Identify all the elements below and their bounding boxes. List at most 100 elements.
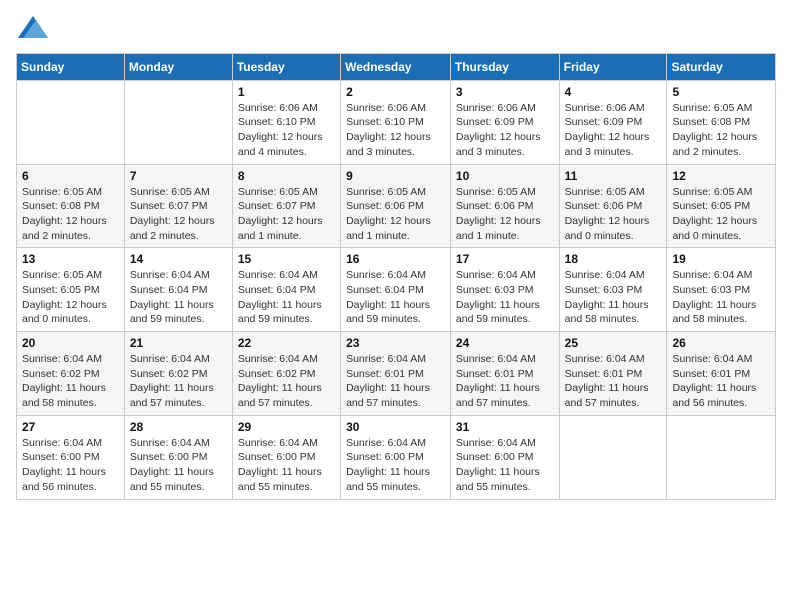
day-number: 3 bbox=[456, 85, 554, 99]
calendar-cell: 12 Sunrise: 6:05 AMSunset: 6:05 PMDayligh… bbox=[667, 164, 776, 248]
calendar-cell: 4 Sunrise: 6:06 AMSunset: 6:09 PMDaylight… bbox=[559, 80, 667, 164]
calendar-cell bbox=[17, 80, 125, 164]
day-number: 14 bbox=[130, 252, 227, 266]
calendar-cell: 5 Sunrise: 6:05 AMSunset: 6:08 PMDaylight… bbox=[667, 80, 776, 164]
day-number: 13 bbox=[22, 252, 119, 266]
day-detail: Sunrise: 6:05 AMSunset: 6:05 PMDaylight:… bbox=[22, 268, 119, 327]
calendar-cell bbox=[559, 415, 667, 499]
day-detail: Sunrise: 6:06 AMSunset: 6:10 PMDaylight:… bbox=[238, 101, 335, 160]
day-detail: Sunrise: 6:04 AMSunset: 6:00 PMDaylight:… bbox=[456, 436, 554, 495]
day-detail: Sunrise: 6:04 AMSunset: 6:01 PMDaylight:… bbox=[565, 352, 662, 411]
day-number: 9 bbox=[346, 169, 445, 183]
weekday-header-cell: Monday bbox=[124, 53, 232, 80]
calendar-week-row: 1 Sunrise: 6:06 AMSunset: 6:10 PMDaylight… bbox=[17, 80, 776, 164]
day-number: 17 bbox=[456, 252, 554, 266]
calendar-cell: 28 Sunrise: 6:04 AMSunset: 6:00 PMDayligh… bbox=[124, 415, 232, 499]
calendar-cell: 27 Sunrise: 6:04 AMSunset: 6:00 PMDayligh… bbox=[17, 415, 125, 499]
calendar-cell: 10Sunrise: 6:05 AMSunset: 6:06 PMDayligh… bbox=[450, 164, 559, 248]
day-detail: Sunrise: 6:05 AMSunset: 6:08 PMDaylight:… bbox=[672, 101, 770, 160]
calendar-cell: 24Sunrise: 6:04 AMSunset: 6:01 PMDayligh… bbox=[450, 332, 559, 416]
calendar-cell: 23 Sunrise: 6:04 AMSunset: 6:01 PMDayligh… bbox=[341, 332, 451, 416]
day-detail: Sunrise: 6:05 AMSunset: 6:07 PMDaylight:… bbox=[130, 185, 227, 244]
day-detail: Sunrise: 6:05 AMSunset: 6:05 PMDaylight:… bbox=[672, 185, 770, 244]
day-number: 12 bbox=[672, 169, 770, 183]
day-detail: Sunrise: 6:04 AMSunset: 6:04 PMDaylight:… bbox=[130, 268, 227, 327]
calendar-cell: 22Sunrise: 6:04 AMSunset: 6:02 PMDayligh… bbox=[232, 332, 340, 416]
calendar-cell: 18 Sunrise: 6:04 AMSunset: 6:03 PMDayligh… bbox=[559, 248, 667, 332]
day-detail: Sunrise: 6:06 AMSunset: 6:09 PMDaylight:… bbox=[565, 101, 662, 160]
weekday-header-cell: Saturday bbox=[667, 53, 776, 80]
day-detail: Sunrise: 6:04 AMSunset: 6:01 PMDaylight:… bbox=[672, 352, 770, 411]
calendar-cell: 21Sunrise: 6:04 AMSunset: 6:02 PMDayligh… bbox=[124, 332, 232, 416]
day-number: 20 bbox=[22, 336, 119, 350]
day-detail: Sunrise: 6:05 AMSunset: 6:06 PMDaylight:… bbox=[565, 185, 662, 244]
day-number: 10 bbox=[456, 169, 554, 183]
day-detail: Sunrise: 6:04 AMSunset: 6:02 PMDaylight:… bbox=[130, 352, 227, 411]
calendar-cell: 11 Sunrise: 6:05 AMSunset: 6:06 PMDayligh… bbox=[559, 164, 667, 248]
calendar-cell bbox=[124, 80, 232, 164]
logo bbox=[16, 16, 48, 43]
calendar-body: 1 Sunrise: 6:06 AMSunset: 6:10 PMDaylight… bbox=[17, 80, 776, 499]
calendar-week-row: 20 Sunrise: 6:04 AMSunset: 6:02 PMDayligh… bbox=[17, 332, 776, 416]
day-detail: Sunrise: 6:04 AMSunset: 6:03 PMDaylight:… bbox=[456, 268, 554, 327]
calendar-cell: 1 Sunrise: 6:06 AMSunset: 6:10 PMDaylight… bbox=[232, 80, 340, 164]
day-detail: Sunrise: 6:04 AMSunset: 6:02 PMDaylight:… bbox=[238, 352, 335, 411]
weekday-header-cell: Friday bbox=[559, 53, 667, 80]
day-detail: Sunrise: 6:04 AMSunset: 6:01 PMDaylight:… bbox=[346, 352, 445, 411]
calendar-cell: 25 Sunrise: 6:04 AMSunset: 6:01 PMDayligh… bbox=[559, 332, 667, 416]
day-detail: Sunrise: 6:04 AMSunset: 6:00 PMDaylight:… bbox=[130, 436, 227, 495]
day-detail: Sunrise: 6:05 AMSunset: 6:07 PMDaylight:… bbox=[238, 185, 335, 244]
calendar-week-row: 6Sunrise: 6:05 AMSunset: 6:08 PMDaylight… bbox=[17, 164, 776, 248]
calendar-cell: 6Sunrise: 6:05 AMSunset: 6:08 PMDaylight… bbox=[17, 164, 125, 248]
calendar-cell: 14 Sunrise: 6:04 AMSunset: 6:04 PMDayligh… bbox=[124, 248, 232, 332]
calendar-cell: 3 Sunrise: 6:06 AMSunset: 6:09 PMDaylight… bbox=[450, 80, 559, 164]
day-number: 27 bbox=[22, 420, 119, 434]
day-number: 31 bbox=[456, 420, 554, 434]
weekday-header-cell: Sunday bbox=[17, 53, 125, 80]
day-detail: Sunrise: 6:04 AMSunset: 6:00 PMDaylight:… bbox=[238, 436, 335, 495]
calendar-cell bbox=[667, 415, 776, 499]
day-number: 15 bbox=[238, 252, 335, 266]
day-number: 16 bbox=[346, 252, 445, 266]
calendar-cell: 9 Sunrise: 6:05 AMSunset: 6:06 PMDaylight… bbox=[341, 164, 451, 248]
day-number: 25 bbox=[565, 336, 662, 350]
day-number: 6 bbox=[22, 169, 119, 183]
day-number: 23 bbox=[346, 336, 445, 350]
day-number: 11 bbox=[565, 169, 662, 183]
day-detail: Sunrise: 6:04 AMSunset: 6:02 PMDaylight:… bbox=[22, 352, 119, 411]
day-detail: Sunrise: 6:04 AMSunset: 6:03 PMDaylight:… bbox=[565, 268, 662, 327]
page-header bbox=[16, 16, 776, 43]
calendar-table: SundayMondayTuesdayWednesdayThursdayFrid… bbox=[16, 53, 776, 500]
day-number: 28 bbox=[130, 420, 227, 434]
day-number: 1 bbox=[238, 85, 335, 99]
calendar-cell: 16 Sunrise: 6:04 AMSunset: 6:04 PMDayligh… bbox=[341, 248, 451, 332]
logo-icon bbox=[18, 16, 48, 38]
day-number: 4 bbox=[565, 85, 662, 99]
day-number: 7 bbox=[130, 169, 227, 183]
calendar-cell: 13 Sunrise: 6:05 AMSunset: 6:05 PMDayligh… bbox=[17, 248, 125, 332]
calendar-cell: 19 Sunrise: 6:04 AMSunset: 6:03 PMDayligh… bbox=[667, 248, 776, 332]
day-number: 8 bbox=[238, 169, 335, 183]
calendar-cell: 8 Sunrise: 6:05 AMSunset: 6:07 PMDaylight… bbox=[232, 164, 340, 248]
calendar-cell: 2 Sunrise: 6:06 AMSunset: 6:10 PMDaylight… bbox=[341, 80, 451, 164]
day-detail: Sunrise: 6:04 AMSunset: 6:01 PMDaylight:… bbox=[456, 352, 554, 411]
day-detail: Sunrise: 6:04 AMSunset: 6:03 PMDaylight:… bbox=[672, 268, 770, 327]
calendar-cell: 29Sunrise: 6:04 AMSunset: 6:00 PMDayligh… bbox=[232, 415, 340, 499]
day-detail: Sunrise: 6:06 AMSunset: 6:10 PMDaylight:… bbox=[346, 101, 445, 160]
day-number: 19 bbox=[672, 252, 770, 266]
calendar-cell: 31 Sunrise: 6:04 AMSunset: 6:00 PMDayligh… bbox=[450, 415, 559, 499]
calendar-cell: 20 Sunrise: 6:04 AMSunset: 6:02 PMDayligh… bbox=[17, 332, 125, 416]
calendar-cell: 17 Sunrise: 6:04 AMSunset: 6:03 PMDayligh… bbox=[450, 248, 559, 332]
day-detail: Sunrise: 6:04 AMSunset: 6:00 PMDaylight:… bbox=[22, 436, 119, 495]
day-number: 2 bbox=[346, 85, 445, 99]
day-detail: Sunrise: 6:06 AMSunset: 6:09 PMDaylight:… bbox=[456, 101, 554, 160]
weekday-header-cell: Thursday bbox=[450, 53, 559, 80]
day-detail: Sunrise: 6:04 AMSunset: 6:04 PMDaylight:… bbox=[346, 268, 445, 327]
calendar-week-row: 13 Sunrise: 6:05 AMSunset: 6:05 PMDayligh… bbox=[17, 248, 776, 332]
calendar-cell: 26Sunrise: 6:04 AMSunset: 6:01 PMDayligh… bbox=[667, 332, 776, 416]
calendar-cell: 15Sunrise: 6:04 AMSunset: 6:04 PMDayligh… bbox=[232, 248, 340, 332]
weekday-header-row: SundayMondayTuesdayWednesdayThursdayFrid… bbox=[17, 53, 776, 80]
day-number: 5 bbox=[672, 85, 770, 99]
day-detail: Sunrise: 6:05 AMSunset: 6:06 PMDaylight:… bbox=[346, 185, 445, 244]
day-number: 18 bbox=[565, 252, 662, 266]
